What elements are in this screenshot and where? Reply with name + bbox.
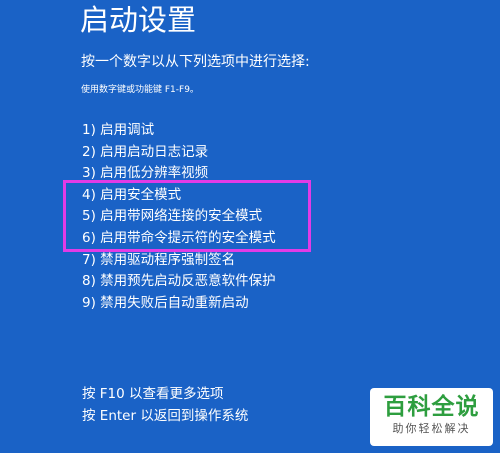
option-disable-driver-signature-enforcement[interactable]: 7) 禁用驱动程序强制签名 (82, 250, 276, 272)
option-enable-safe-mode[interactable]: 4) 启用安全模式 (82, 185, 276, 207)
option-disable-early-launch-antimalware[interactable]: 8) 禁用预先启动反恶意软件保护 (82, 271, 276, 293)
option-enable-debugging[interactable]: 1) 启用调试 (82, 120, 276, 142)
option-enable-safe-mode-command-prompt[interactable]: 6) 启用带命令提示符的安全模式 (82, 228, 276, 250)
return-to-os-prompt[interactable]: 按 Enter 以返回到操作系统 (82, 405, 248, 427)
option-enable-boot-logging[interactable]: 2) 启用启动日志记录 (82, 142, 276, 164)
watermark-logo: 百科全说 助你轻松解决 (370, 388, 493, 446)
startup-options-list: 1) 启用调试 2) 启用启动日志记录 3) 启用低分辨率视频 4) 启用安全模… (82, 120, 276, 314)
option-enable-safe-mode-networking[interactable]: 5) 启用带网络连接的安全模式 (82, 206, 276, 228)
instruction-text: 按一个数字以从下列选项中进行选择: (81, 54, 310, 70)
watermark-brand: 百科全说 (383, 394, 480, 420)
page-title: 启动设置 (80, 3, 197, 37)
more-options-prompt[interactable]: 按 F10 以查看更多选项 (82, 383, 248, 405)
footer-instructions: 按 F10 以查看更多选项 按 Enter 以返回到操作系统 (82, 383, 248, 427)
option-disable-auto-restart-after-failure[interactable]: 9) 禁用失败后自动重新启动 (82, 293, 276, 315)
watermark-slogan: 助你轻松解决 (392, 422, 471, 435)
key-hint-text: 使用数字键或功能键 F1-F9。 (81, 85, 199, 95)
option-enable-low-resolution-video[interactable]: 3) 启用低分辨率视频 (82, 163, 276, 185)
